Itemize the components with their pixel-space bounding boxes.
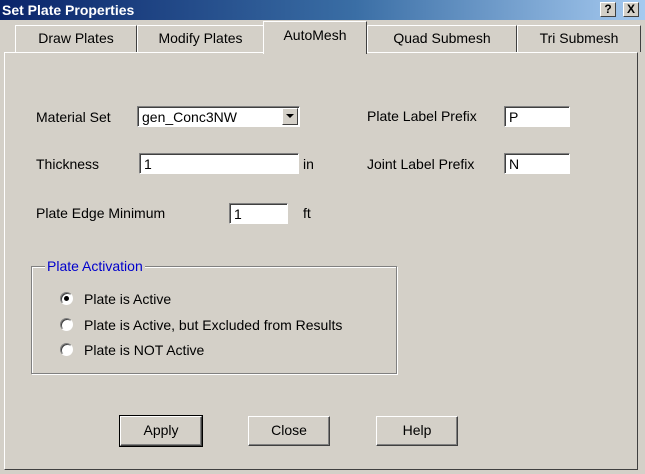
help-button[interactable]: Help (376, 416, 458, 446)
plate-label-prefix-field[interactable]: P (504, 106, 570, 127)
thickness-unit: in (303, 156, 314, 172)
plate-edge-minimum-unit: ft (303, 205, 311, 221)
plate-not-active-radio[interactable] (60, 343, 73, 356)
joint-label-prefix-label: Joint Label Prefix (367, 156, 475, 172)
thickness-field[interactable]: 1 (139, 153, 299, 174)
close-button[interactable]: Close (248, 416, 330, 446)
joint-label-prefix-field[interactable]: N (504, 153, 570, 174)
apply-button[interactable]: Apply (119, 415, 203, 447)
plate-edge-minimum-label: Plate Edge Minimum (36, 205, 166, 221)
material-set-combo[interactable]: gen_Conc3NW (137, 106, 300, 127)
chevron-down-icon[interactable] (282, 108, 298, 125)
plate-active-excluded-radio[interactable] (60, 318, 73, 331)
plate-activation-legend: Plate Activation (45, 258, 145, 274)
plate-active-radio[interactable] (60, 292, 73, 305)
plate-edge-minimum-field[interactable]: 1 (229, 203, 288, 224)
material-set-label: Material Set (36, 109, 111, 125)
plate-active-label[interactable]: Plate is Active (84, 291, 171, 307)
material-set-value: gen_Conc3NW (142, 109, 237, 125)
plate-label-prefix-label: Plate Label Prefix (367, 108, 477, 124)
thickness-label: Thickness (36, 156, 100, 172)
plate-not-active-label[interactable]: Plate is NOT Active (84, 342, 204, 358)
plate-active-excluded-label[interactable]: Plate is Active, but Excluded from Resul… (84, 317, 342, 333)
